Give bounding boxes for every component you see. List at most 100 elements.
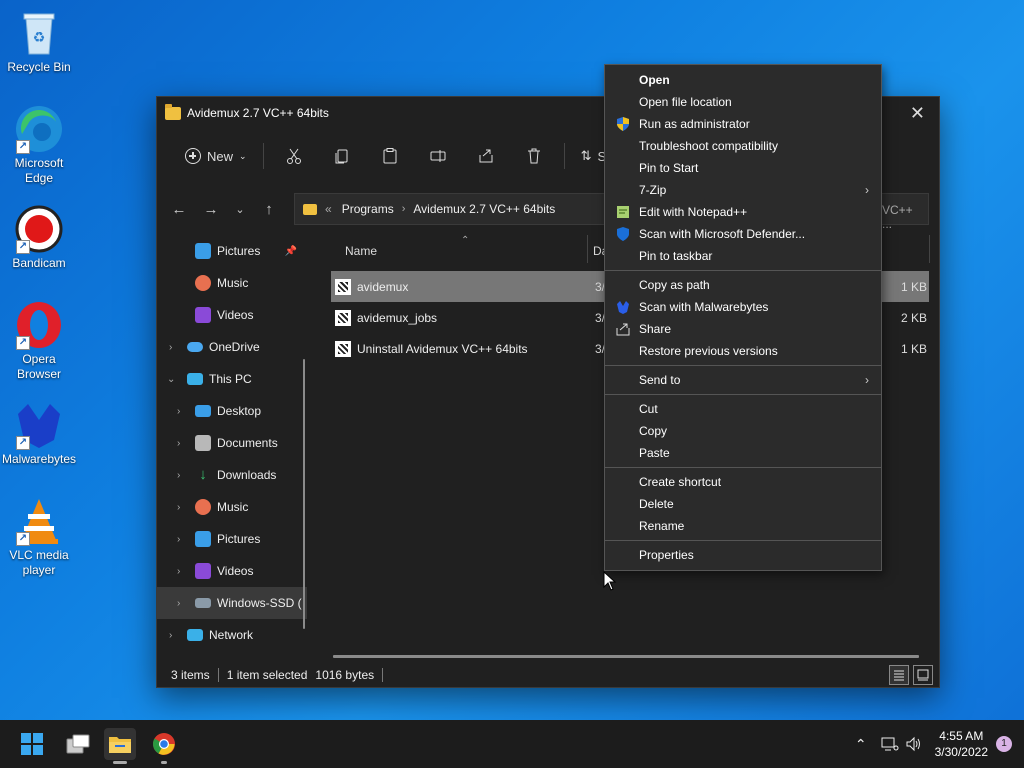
computer-icon	[187, 373, 203, 385]
nav-item-label: This PC	[209, 372, 252, 386]
menu-item-copy[interactable]: Copy	[605, 420, 881, 442]
recent-chevron-icon[interactable]: ⌄	[227, 194, 253, 224]
malwarebytes-icon	[617, 301, 629, 314]
new-button[interactable]: New ⌄	[175, 141, 257, 171]
details-view-button[interactable]	[889, 665, 909, 685]
nav-item-label: Windows-SSD (	[217, 596, 302, 610]
desktop-icon-recycle-bin[interactable]: ♻ Recycle Bin	[0, 8, 78, 75]
menu-item-scan-malwarebytes[interactable]: Scan with Malwarebytes	[605, 296, 881, 318]
menu-item-run-as-admin[interactable]: Run as administrator	[605, 113, 881, 135]
rename-button[interactable]	[414, 141, 462, 171]
horizontal-scrollbar[interactable]	[333, 655, 919, 658]
file-size: 1 KB	[900, 279, 927, 294]
forward-arrow-icon[interactable]: →	[195, 194, 227, 224]
menu-item-cut[interactable]: Cut	[605, 398, 881, 420]
volume-icon[interactable]	[905, 736, 923, 752]
paste-button[interactable]	[366, 141, 414, 171]
breadcrumb-avidemux[interactable]: Avidemux 2.7 VC++ 64bits	[413, 202, 555, 216]
network-icon[interactable]	[881, 736, 899, 752]
nav-item-documents[interactable]: › Documents	[157, 427, 307, 459]
desktop-folder-icon	[195, 405, 211, 417]
nav-item-downloads[interactable]: › ↓ Downloads	[157, 459, 307, 491]
back-arrow-icon[interactable]: ←	[163, 194, 195, 224]
copy-button[interactable]	[318, 141, 366, 171]
notification-badge[interactable]: 1	[996, 736, 1012, 752]
nav-item-pictures-quick[interactable]: Pictures 📌	[157, 235, 307, 267]
nav-item-pictures[interactable]: › Pictures	[157, 523, 307, 555]
menu-item-restore-versions[interactable]: Restore previous versions	[605, 340, 881, 362]
delete-button[interactable]	[510, 141, 558, 171]
sort-icon: ⇅	[580, 148, 592, 163]
taskbar: ⌃ 4:55 AM 3/30/2022 1	[0, 720, 1024, 768]
menu-item-open[interactable]: Open	[605, 69, 881, 91]
clock[interactable]: 4:55 AM 3/30/2022	[935, 728, 988, 760]
file-explorer-icon	[109, 737, 131, 753]
nav-item-label: Desktop	[217, 404, 262, 418]
shortcut-arrow-icon: ↗	[16, 336, 30, 350]
desktop-icon-label: Opera Browser	[16, 352, 61, 381]
cut-button[interactable]	[270, 141, 318, 171]
menu-item-properties[interactable]: Properties	[605, 544, 881, 566]
menu-item-paste[interactable]: Paste	[605, 442, 881, 464]
chevron-right-icon: ›	[177, 437, 181, 449]
menu-item-pin-to-start[interactable]: Pin to Start	[605, 157, 881, 179]
desktop-icon-opera[interactable]: ↗ Opera Browser	[0, 300, 78, 382]
nav-item-this-pc[interactable]: ⌄ This PC	[157, 363, 307, 395]
nav-item-videos[interactable]: › Videos	[157, 555, 307, 587]
nav-item-music[interactable]: › Music	[157, 491, 307, 523]
show-hidden-icons-chevron-icon[interactable]: ⌃	[855, 736, 867, 753]
nav-item-music-quick[interactable]: Music	[157, 267, 307, 299]
task-view-button[interactable]	[62, 728, 94, 760]
up-arrow-icon[interactable]: ↑	[253, 194, 285, 224]
menu-item-troubleshoot[interactable]: Troubleshoot compatibility	[605, 135, 881, 157]
cloud-icon	[187, 342, 203, 352]
nav-item-label: Pictures	[217, 532, 261, 546]
desktop-icon-malwarebytes[interactable]: ↗ Malwarebytes	[0, 400, 78, 467]
opera-icon: ↗	[14, 300, 64, 350]
column-header-name[interactable]: Name	[345, 244, 377, 258]
menu-item-rename[interactable]: Rename	[605, 515, 881, 537]
menu-item-7zip[interactable]: 7-Zip ›	[605, 179, 881, 201]
desktop-icon-bandicam[interactable]: ↗ Bandicam	[0, 204, 78, 271]
chevron-right-icon: ›	[177, 469, 181, 481]
menu-item-copy-as-path[interactable]: Copy as path	[605, 274, 881, 296]
desktop-icon-vlc[interactable]: ↗ VLC media player	[0, 496, 78, 578]
tiles-view-button[interactable]	[913, 665, 933, 685]
shortcut-arrow-icon: ↗	[16, 140, 30, 154]
vlc-icon: ↗	[14, 496, 64, 546]
menu-item-send-to[interactable]: Send to ›	[605, 369, 881, 391]
desktop-icon-label: VLC media player	[9, 548, 69, 577]
desktop-icon-edge[interactable]: ↗ Microsoft Edge	[0, 104, 78, 186]
chevron-down-icon: ⌄	[239, 150, 247, 161]
nav-item-desktop[interactable]: › Desktop	[157, 395, 307, 427]
file-size: 2 KB	[900, 310, 927, 325]
nav-item-onedrive[interactable]: › OneDrive	[157, 331, 307, 363]
videos-icon	[195, 307, 211, 323]
menu-item-pin-taskbar[interactable]: Pin to taskbar	[605, 245, 881, 267]
breadcrumb-programs[interactable]: Programs	[342, 202, 394, 216]
nav-scrollbar[interactable]	[303, 359, 305, 629]
menu-item-delete[interactable]: Delete	[605, 493, 881, 515]
nav-item-windows-ssd[interactable]: › Windows-SSD (	[157, 587, 307, 619]
menu-item-share[interactable]: Share	[605, 318, 881, 340]
taskbar-file-explorer[interactable]	[104, 728, 136, 764]
menu-item-edit-notepad[interactable]: Edit with Notepad++	[605, 201, 881, 223]
nav-item-network[interactable]: › Network	[157, 619, 307, 651]
close-icon[interactable]: ✕	[910, 103, 925, 124]
breadcrumb-overflow[interactable]: «	[325, 202, 332, 216]
nav-item-videos-quick[interactable]: Videos	[157, 299, 307, 331]
shortcut-arrow-icon: ↗	[16, 532, 30, 546]
menu-item-create-shortcut[interactable]: Create shortcut	[605, 471, 881, 493]
start-button[interactable]	[16, 728, 48, 760]
trash-icon	[527, 148, 540, 164]
menu-item-open-file-location[interactable]: Open file location	[605, 91, 881, 113]
desktop-icon-label: Microsoft Edge	[14, 156, 64, 185]
file-icon	[335, 278, 351, 295]
status-bar: 3 items 1 item selected 1016 bytes	[157, 663, 939, 687]
address-bar[interactable]: « Programs › Avidemux 2.7 VC++ 64bits	[294, 193, 614, 225]
search-input[interactable]: VC++ ...	[877, 193, 929, 231]
menu-item-scan-defender[interactable]: Scan with Microsoft Defender...	[605, 223, 881, 245]
chevron-right-icon: ›	[177, 405, 181, 417]
taskbar-chrome[interactable]	[148, 728, 180, 764]
share-button[interactable]	[462, 141, 510, 171]
